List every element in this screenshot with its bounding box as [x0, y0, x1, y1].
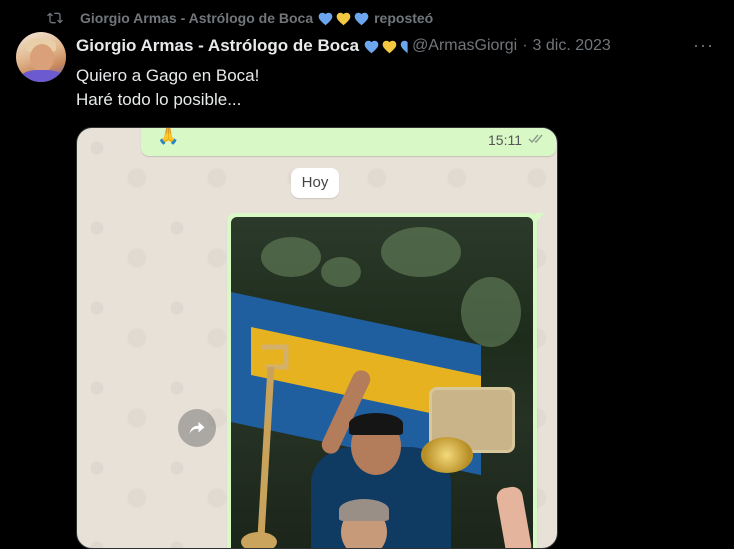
day-separator: Hoy	[291, 168, 339, 198]
praying-hands-icon: 🙏	[157, 127, 180, 145]
more-options-icon[interactable]: ···	[693, 35, 714, 56]
photo-message-bubble	[227, 213, 545, 548]
separator-dot: ·	[522, 37, 528, 54]
tweet-text-line: Quiero a Gago en Boca!	[76, 66, 260, 85]
blue-heart-icon	[318, 12, 333, 25]
repost-indicator[interactable]: Giorgio Armas - Astrólogo de Boca repost…	[46, 8, 433, 28]
tweet-date[interactable]: 3 dic. 2023	[533, 37, 611, 55]
heart-emojis	[317, 11, 370, 26]
yellow-heart-icon	[382, 40, 397, 53]
photo	[231, 217, 533, 548]
message-time: 15:11	[488, 132, 522, 148]
repost-action: reposteó	[374, 10, 434, 26]
display-name[interactable]: Giorgio Armas - Astrólogo de Boca	[76, 36, 359, 56]
tweet-media-image[interactable]: 🙏 15:11 Hoy	[76, 127, 558, 549]
repost-icon	[46, 9, 68, 27]
avatar[interactable]	[16, 32, 66, 82]
blue-heart-icon	[400, 40, 408, 53]
cymbal	[421, 437, 473, 473]
tweet-text: Quiero a Gago en Boca! Haré todo lo posi…	[76, 64, 259, 112]
message-bubble: 🙏 15:11	[141, 127, 556, 156]
tweet-text-line: Haré todo lo posible...	[76, 90, 242, 109]
yellow-heart-icon	[336, 12, 351, 25]
blue-heart-icon	[354, 12, 369, 25]
double-check-icon	[528, 131, 546, 149]
trumpet	[241, 344, 289, 548]
forward-icon[interactable]	[178, 409, 216, 447]
heart-emojis	[363, 39, 408, 54]
blue-heart-icon	[364, 40, 379, 53]
user-handle[interactable]: @ArmasGiorgi	[412, 37, 517, 55]
repost-author[interactable]: Giorgio Armas - Astrólogo de Boca	[80, 10, 313, 26]
tweet-header: Giorgio Armas - Astrólogo de Boca @Armas…	[76, 35, 726, 57]
